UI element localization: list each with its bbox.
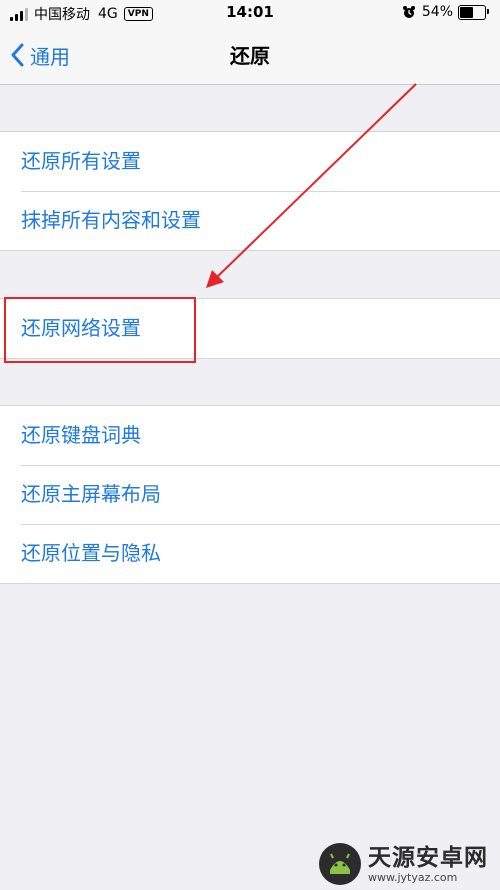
alarm-clock-icon: [402, 6, 415, 18]
reset-network-settings-item[interactable]: 还原网络设置: [0, 299, 500, 358]
status-bar: 中国移动 4G VPN 14:01 54%: [0, 0, 500, 26]
android-logo-icon: [319, 843, 361, 885]
reset-home-screen-layout-item[interactable]: 还原主屏幕布局: [0, 465, 500, 524]
status-right: 54%: [402, 4, 489, 20]
settings-group-other: 还原键盘词典 还原主屏幕布局 还原位置与隐私: [0, 405, 500, 584]
battery-percentage: 54%: [421, 4, 453, 20]
battery-cap: [487, 8, 489, 14]
erase-all-content-item[interactable]: 抹掉所有内容和设置: [0, 191, 500, 250]
navigation-bar: 通用 还原: [0, 26, 500, 85]
page-title: 还原: [230, 44, 270, 68]
settings-group-network: 还原网络设置: [0, 298, 500, 359]
watermark: 天源安卓网 www.jytyaz.com: [318, 842, 488, 886]
battery-icon: [458, 4, 489, 20]
battery-fill: [460, 6, 473, 18]
watermark-url: www.jytyaz.com: [368, 870, 458, 884]
reset-location-privacy-item[interactable]: 还原位置与隐私: [0, 524, 500, 583]
reset-all-settings-item[interactable]: 还原所有设置: [0, 132, 500, 191]
watermark-text: 天源安卓网 www.jytyaz.com: [368, 845, 488, 884]
watermark-name: 天源安卓网: [368, 844, 488, 871]
settings-group-reset-all: 还原所有设置 抹掉所有内容和设置: [0, 131, 500, 251]
reset-keyboard-dictionary-item[interactable]: 还原键盘词典: [0, 406, 500, 465]
